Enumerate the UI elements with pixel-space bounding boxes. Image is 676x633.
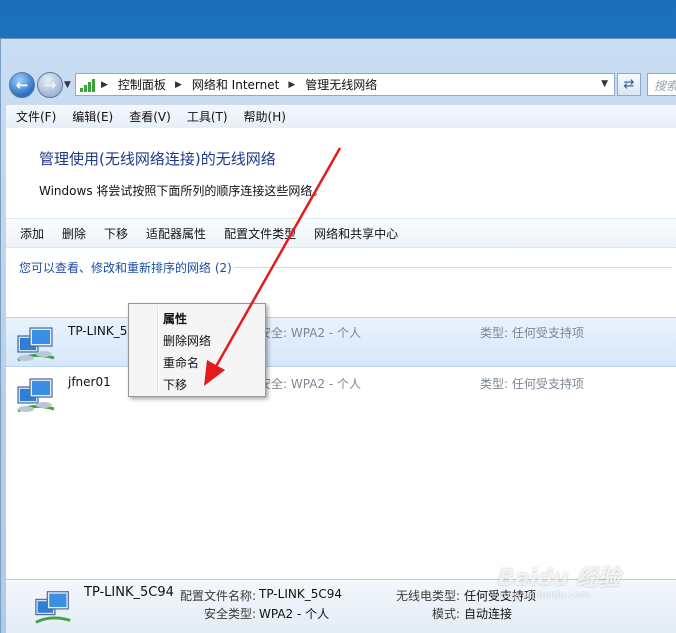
network-sharing-center-button[interactable]: 网络和共享中心 — [314, 225, 398, 242]
recent-pages-dropdown[interactable]: ▼ — [64, 80, 71, 90]
baidu-watermark: Baidu 经验 jingyan.baidu.com — [498, 560, 648, 620]
search-input[interactable]: 搜索 — [647, 73, 676, 96]
back-button[interactable]: ← — [9, 72, 35, 98]
details-network-name: TP-LINK_5C94 — [84, 585, 174, 600]
menu-tools[interactable]: 工具(T) — [187, 108, 228, 125]
network-signal-icon — [80, 78, 95, 92]
page-title: 管理使用(无线网络连接)的无线网络 — [39, 150, 276, 168]
network-row-tplink[interactable]: TP-LINK_5C94 安全: WPA2 - 个人 类型: 任何受支持项 — [6, 317, 676, 367]
ctx-move-down[interactable]: 下移 — [163, 376, 187, 393]
ctx-properties[interactable]: 属性 — [163, 310, 187, 327]
menu-file[interactable]: 文件(F) — [16, 108, 56, 125]
menu-bar: 文件(F) 编辑(E) 查看(V) 工具(T) 帮助(H) — [6, 104, 676, 128]
details-security-value: WPA2 - 个人 — [259, 607, 330, 621]
adapter-properties-button[interactable]: 适配器属性 — [146, 225, 206, 242]
network-security: 安全: WPA2 - 个人 — [259, 377, 361, 391]
network-group-header: 您可以查看、修改和重新排序的网络 (2) — [19, 261, 232, 275]
details-security-label: 安全类型: — [204, 607, 257, 621]
chevron-right-icon: ▶ — [101, 79, 108, 90]
details-mode-label: 模式: — [432, 607, 461, 621]
menu-edit[interactable]: 编辑(E) — [72, 108, 113, 125]
ctx-rename[interactable]: 重命名 — [163, 354, 199, 371]
arrow-right-icon: → — [43, 76, 57, 94]
wireless-network-icon — [35, 591, 71, 624]
ctx-remove-network[interactable]: 删除网络 — [163, 332, 211, 349]
breadcrumb-manage-wireless[interactable]: 管理无线网络 — [305, 76, 377, 93]
chevron-right-icon[interactable]: ▶ — [288, 80, 295, 90]
chevron-right-icon[interactable]: ▶ — [175, 80, 182, 90]
address-bar[interactable]: ▶ 控制面板 ▶ 网络和 Internet ▶ 管理无线网络 ▼ — [75, 73, 615, 96]
breadcrumb-network-internet[interactable]: 网络和 Internet — [192, 76, 279, 93]
refresh-icon: ⇄ — [623, 77, 635, 92]
menu-view[interactable]: 查看(V) — [129, 108, 171, 125]
profile-types-button[interactable]: 配置文件类型 — [224, 225, 296, 242]
details-radio-label: 无线电类型: — [396, 589, 461, 603]
network-security: 安全: WPA2 - 个人 — [259, 326, 361, 340]
details-profile-label: 配置文件名称: — [180, 589, 257, 603]
details-profile-value: TP-LINK_5C94 — [259, 587, 342, 601]
group-divider — [234, 267, 672, 268]
network-name: jfner01 — [68, 375, 111, 389]
breadcrumb-control-panel[interactable]: 控制面板 — [118, 76, 166, 93]
menu-help[interactable]: 帮助(H) — [244, 108, 286, 125]
network-type: 类型: 任何受支持项 — [480, 377, 584, 391]
arrow-left-icon: ← — [15, 76, 29, 94]
explorer-window: ← → ▼ ▶ 控制面板 ▶ 网络和 Internet ▶ 管理无线网络 ▼ ⇄… — [0, 38, 676, 633]
refresh-button[interactable]: ⇄ — [617, 73, 641, 96]
page-description: Windows 将尝试按照下面所列的顺序连接这些网络。 — [39, 184, 325, 198]
content-pane: 管理使用(无线网络连接)的无线网络 Windows 将尝试按照下面所列的顺序连接… — [6, 128, 676, 579]
forward-button[interactable]: → — [37, 72, 63, 98]
watermark-text: Baidu 经验 — [498, 566, 621, 591]
add-button[interactable]: 添加 — [20, 225, 44, 242]
move-down-button[interactable]: 下移 — [104, 225, 128, 242]
chevron-down-icon[interactable]: ▼ — [601, 79, 608, 89]
wireless-network-icon — [17, 327, 55, 362]
context-menu: 属性 删除网络 重命名 下移 — [128, 303, 266, 397]
command-toolbar: 添加 删除 下移 适配器属性 配置文件类型 网络和共享中心 — [6, 218, 676, 248]
watermark-url: jingyan.baidu.com — [498, 590, 591, 601]
remove-button[interactable]: 删除 — [62, 225, 86, 242]
network-row-jfner01[interactable]: jfner01 安全: WPA2 - 个人 类型: 任何受支持项 — [6, 369, 676, 419]
network-type: 类型: 任何受支持项 — [480, 326, 584, 340]
wireless-network-icon — [17, 378, 55, 413]
